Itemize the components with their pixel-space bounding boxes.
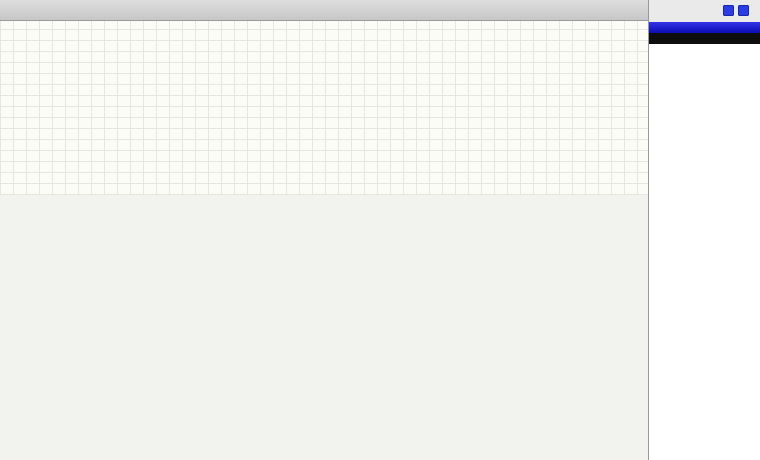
panel-button-icon[interactable] [738,5,749,16]
gr-track-header-1[interactable] [649,22,760,33]
gr-panel-top [649,0,760,22]
panel-button-icon[interactable] [723,5,734,16]
seismic-section[interactable] [0,195,648,460]
gr-curve-track[interactable] [649,44,760,460]
geosteering-app [0,0,760,460]
log-tracks[interactable] [0,0,648,195]
gr-track-header-2[interactable] [649,33,760,44]
gr-panel [648,0,760,460]
